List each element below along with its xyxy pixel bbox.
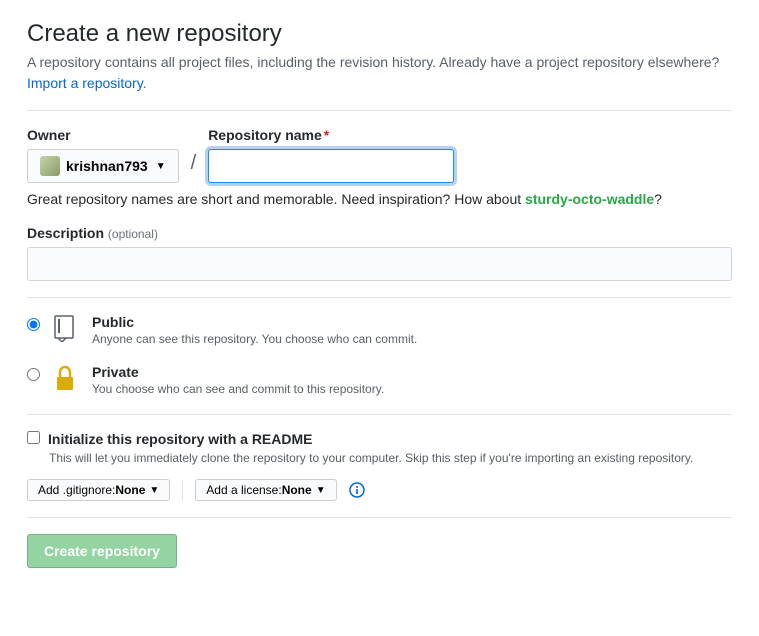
info-icon[interactable]: [349, 482, 365, 498]
private-desc: You choose who can see and commit to thi…: [92, 382, 384, 396]
page-title: Create a new repository: [27, 20, 732, 48]
lock-icon: [52, 364, 80, 395]
owner-select[interactable]: krishnan793 ▼: [27, 149, 179, 183]
description-label: Description (optional): [27, 225, 732, 241]
repo-name-label: Repository name*: [208, 127, 454, 143]
owner-label: Owner: [27, 127, 179, 143]
public-radio[interactable]: [27, 318, 40, 331]
readme-title: Initialize this repository with a README: [48, 431, 312, 447]
license-select[interactable]: Add a license: None ▼: [195, 479, 336, 501]
avatar: [40, 156, 60, 176]
chevron-down-icon: ▼: [316, 485, 326, 496]
owner-username: krishnan793: [66, 158, 148, 174]
readme-desc: This will let you immediately clone the …: [49, 451, 732, 465]
import-link[interactable]: Import a repository: [27, 75, 143, 91]
private-radio[interactable]: [27, 368, 40, 381]
divider-vertical: [182, 480, 183, 500]
divider: [27, 414, 732, 415]
chevron-down-icon: ▼: [149, 485, 159, 496]
repo-icon: [52, 314, 80, 345]
divider: [27, 297, 732, 298]
page-subtitle: A repository contains all project files,…: [27, 52, 732, 94]
gitignore-select[interactable]: Add .gitignore: None ▼: [27, 479, 170, 501]
create-repository-button[interactable]: Create repository: [27, 534, 177, 568]
public-desc: Anyone can see this repository. You choo…: [92, 332, 417, 346]
repo-name-input[interactable]: [208, 149, 454, 183]
readme-checkbox[interactable]: [27, 431, 40, 444]
description-input[interactable]: [27, 247, 732, 281]
divider: [27, 517, 732, 518]
chevron-down-icon: ▼: [156, 161, 166, 172]
public-title: Public: [92, 314, 417, 330]
private-title: Private: [92, 364, 384, 380]
name-suggestion[interactable]: sturdy-octo-waddle: [525, 191, 654, 207]
slash-separator: /: [187, 152, 201, 183]
name-hint: Great repository names are short and mem…: [27, 191, 732, 207]
divider: [27, 110, 732, 111]
